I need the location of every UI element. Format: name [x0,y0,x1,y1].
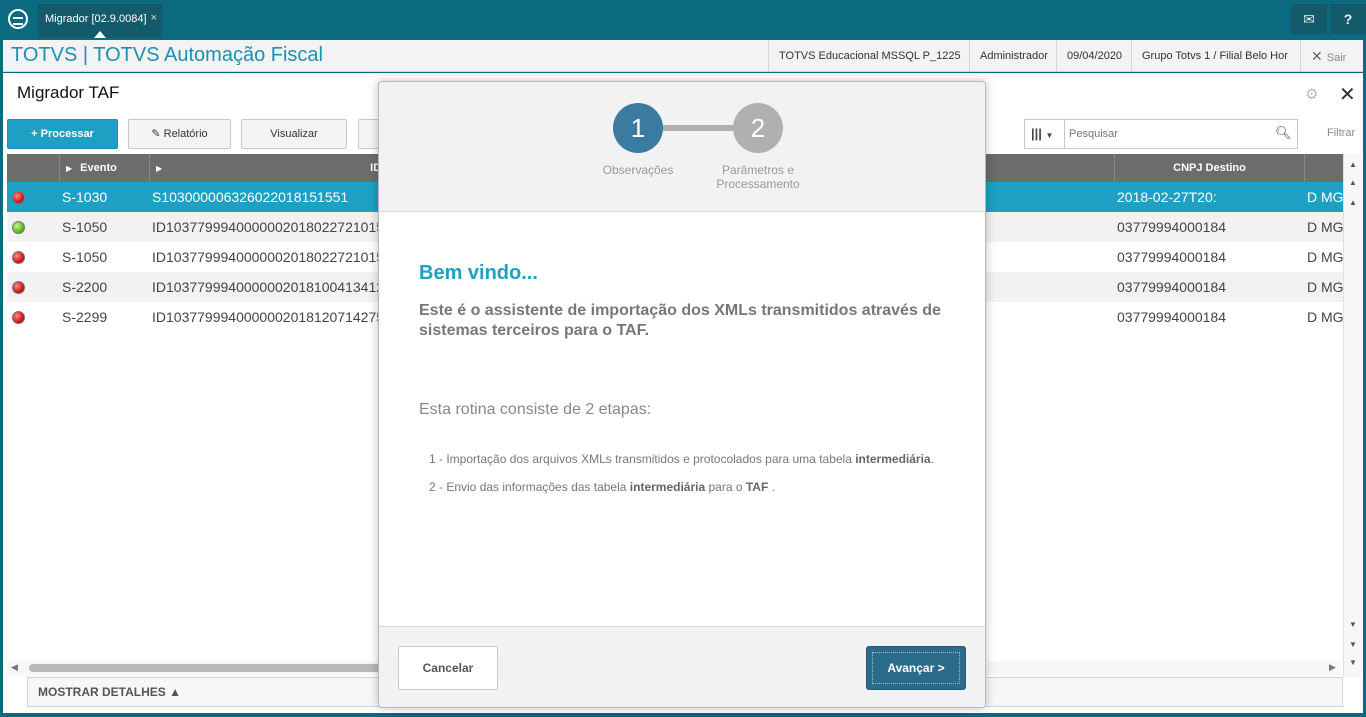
caret-right-icon: ▶ [156,164,163,173]
search-input[interactable] [1069,125,1269,143]
totvs-logo-icon[interactable] [8,9,28,29]
gear-icon[interactable]: ⚙ [1305,85,1318,103]
close-icon: ✕ [1311,48,1323,64]
app-header: TOTVS | TOTVS Automação Fiscal TOTVS Edu… [3,40,1363,72]
exit-label: Sair [1326,52,1347,64]
status-red-icon [12,281,25,294]
step-item-1: 1 - Importação dos arquivos XMLs transmi… [429,452,934,466]
steps-intro: Esta rotina consiste de 2 etapas: [419,401,652,418]
status-red-icon [12,191,25,204]
columns-icon: ||| [1031,126,1042,141]
step-item-2: 2 - Envio das informações das tabela int… [429,480,775,494]
columns-selector-button[interactable]: ||| ▼ [1025,120,1065,148]
wizard-dialog: 1 2 Observações Parâmetros e Processamen… [378,81,986,708]
scroll-top-icon[interactable]: ▲ [1346,198,1360,207]
step-1-indicator: 1 [613,103,663,153]
visualizar-button[interactable]: Visualizar [241,119,347,149]
relatorio-button[interactable]: ✎ Relatório [128,119,231,149]
status-green-icon [12,221,25,234]
date-info[interactable]: 09/04/2020 [1056,40,1132,72]
processar-button[interactable]: + Processar [7,119,118,149]
branch-info[interactable]: Grupo Totvs 1 / Filial Belo Hor [1131,40,1301,72]
step-2-label: Parâmetros e Processamento [716,163,800,191]
welcome-title: Bem vindo... [419,262,538,284]
company-info[interactable]: TOTVS Educacional MSSQL P_1225 [768,40,971,72]
search-icon[interactable]: 🔍︎ [1275,125,1292,141]
caret-right-icon: ▶ [66,164,73,173]
status-red-icon [12,251,25,264]
scroll-page-up-icon[interactable]: ▲ [1346,178,1360,187]
step-2-indicator: 2 [733,103,783,153]
column-header-extra[interactable] [1304,154,1343,182]
mail-icon[interactable]: ✉ [1291,4,1327,34]
close-icon[interactable]: ✕ [1339,82,1356,107]
page-title: Migrador TAF [17,83,120,102]
scroll-left-icon[interactable]: ◀ [11,662,18,673]
scroll-up-icon[interactable]: ▲ [1346,160,1360,169]
step-connector [663,125,733,131]
cancel-button[interactable]: Cancelar [398,646,498,690]
vertical-scrollbar[interactable]: ▲ ▲ ▲ ▼ ▼ ▼ [1343,154,1361,677]
tab-migrador[interactable]: Migrador [02.9.0084] × [38,4,162,38]
column-header-evento[interactable]: ▶ Evento [59,154,149,182]
search-box: ||| ▼ 🔍︎ [1024,119,1298,149]
column-header-cnpj[interactable]: CNPJ Destino [1114,154,1304,182]
welcome-description: Este é o assistente de importação dos XM… [419,302,941,339]
wizard-steps: 1 2 Observações Parâmetros e Processamen… [379,82,985,212]
scroll-bottom-icon[interactable]: ▼ [1346,620,1360,629]
next-button[interactable]: Avançar > [866,646,966,690]
pencil-icon: ✎ [151,128,161,140]
tab-label: Migrador [02.9.0084] [45,13,147,25]
status-red-icon [12,311,25,324]
relatorio-label: Relatório [163,128,208,140]
app-title: TOTVS | TOTVS Automação Fiscal [11,44,323,66]
wizard-footer: Cancelar Avançar > [379,626,985,707]
user-info[interactable]: Administrador [969,40,1058,72]
help-icon[interactable]: ? [1330,4,1366,34]
exit-button[interactable]: ✕ Sair [1300,40,1363,72]
tab-close-icon[interactable]: × [151,12,157,24]
filter-button[interactable]: Filtrar [1327,127,1355,139]
top-bar: Migrador [02.9.0084] × ✉ ? [0,0,1366,38]
next-label: Avançar > [872,652,960,684]
step-1-label: Observações [602,163,674,177]
scroll-page-down-icon[interactable]: ▼ [1346,640,1360,649]
chevron-down-icon: ▼ [1045,131,1054,140]
scroll-right-icon[interactable]: ▶ [1329,662,1336,673]
scroll-down-icon[interactable]: ▼ [1346,658,1360,667]
